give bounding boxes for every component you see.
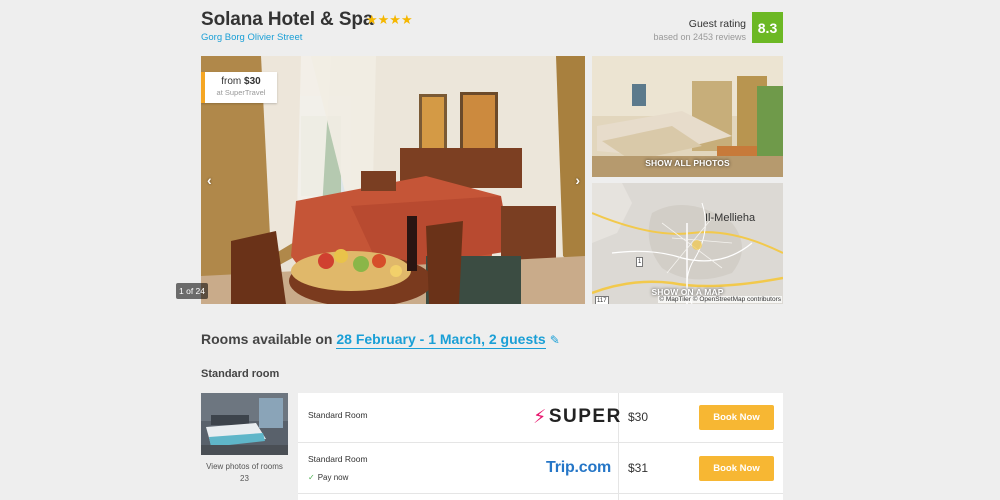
hotel-address-link[interactable]: Gorg Borg Olivier Street: [201, 32, 302, 43]
map-attribution[interactable]: © MapTiler © OpenStreetMap contributors: [658, 296, 782, 303]
rooms-title-prefix: Rooms available on: [201, 331, 337, 347]
check-icon: ✓: [308, 473, 315, 482]
offer-price: $30: [628, 410, 649, 424]
price-seller: at SuperTravel: [216, 88, 266, 97]
tripcom-provider-logo[interactable]: Trip.com: [546, 456, 611, 480]
chevron-right-icon[interactable]: ›: [575, 172, 580, 188]
show-all-photos-thumb[interactable]: SHOW ALL PHOTOS: [592, 56, 783, 177]
super-provider-logo[interactable]: ⚡ SUPER: [533, 405, 622, 429]
map-preview[interactable]: 1 117 Il-Mellieha SHOW ON A MAP © MapTil…: [592, 183, 783, 304]
hotel-header: Solana Hotel & Spa ★★★★ Gorg Borg Olivie…: [201, 8, 783, 48]
road-shield-117: 117: [595, 296, 609, 304]
view-room-photos-link[interactable]: View photos of rooms 23: [201, 461, 288, 485]
rooms-available-heading: Rooms available on 28 February - 1 March…: [201, 331, 560, 349]
chevron-left-icon[interactable]: ‹: [207, 172, 212, 188]
pencil-icon[interactable]: ✎: [550, 333, 560, 347]
show-all-photos-label: SHOW ALL PHOTOS: [645, 158, 730, 168]
lightning-icon: ⚡: [533, 406, 548, 428]
guest-rating-label: Guest rating: [688, 18, 746, 30]
book-now-button[interactable]: Book Now: [699, 405, 774, 430]
price-from-text: from $30: [221, 76, 261, 87]
offers-table: Standard Room ⚡ SUPER $30 Book Now Standa…: [298, 393, 783, 500]
rating-score-badge: 8.3: [752, 12, 783, 43]
book-now-button[interactable]: Book Now: [699, 456, 774, 481]
review-count: based on 2453 reviews: [653, 32, 746, 42]
road-shield-1: 1: [636, 257, 644, 267]
offer-room-name: Standard Room: [308, 410, 368, 420]
room-type-photo[interactable]: [201, 393, 288, 455]
offer-row: Standard Room ✓ Pay now Trip.com $31 Book…: [298, 444, 783, 494]
pay-now-label: ✓ Pay now: [308, 473, 349, 482]
offer-row: Standard Room ⚡ SUPER $30 Book Now: [298, 393, 783, 443]
offer-price: $31: [628, 461, 649, 475]
photo-gallery[interactable]: from $30 at SuperTravel ‹ ›: [201, 56, 585, 304]
map-image: [592, 183, 783, 304]
hotel-name: Solana Hotel & Spa: [201, 9, 374, 30]
offer-room-name: Standard Room: [308, 454, 368, 464]
price-from-tag[interactable]: from $30 at SuperTravel: [201, 72, 277, 103]
date-guests-selector[interactable]: 28 February - 1 March, 2 guests: [336, 331, 546, 349]
photo-counter: 1 of 24: [176, 283, 208, 299]
star-rating-icon: ★★★★: [366, 12, 413, 27]
room-type-heading: Standard room: [201, 368, 280, 380]
standard-room-photo: [201, 393, 288, 455]
map-town-label: Il-Mellieha: [705, 212, 756, 224]
